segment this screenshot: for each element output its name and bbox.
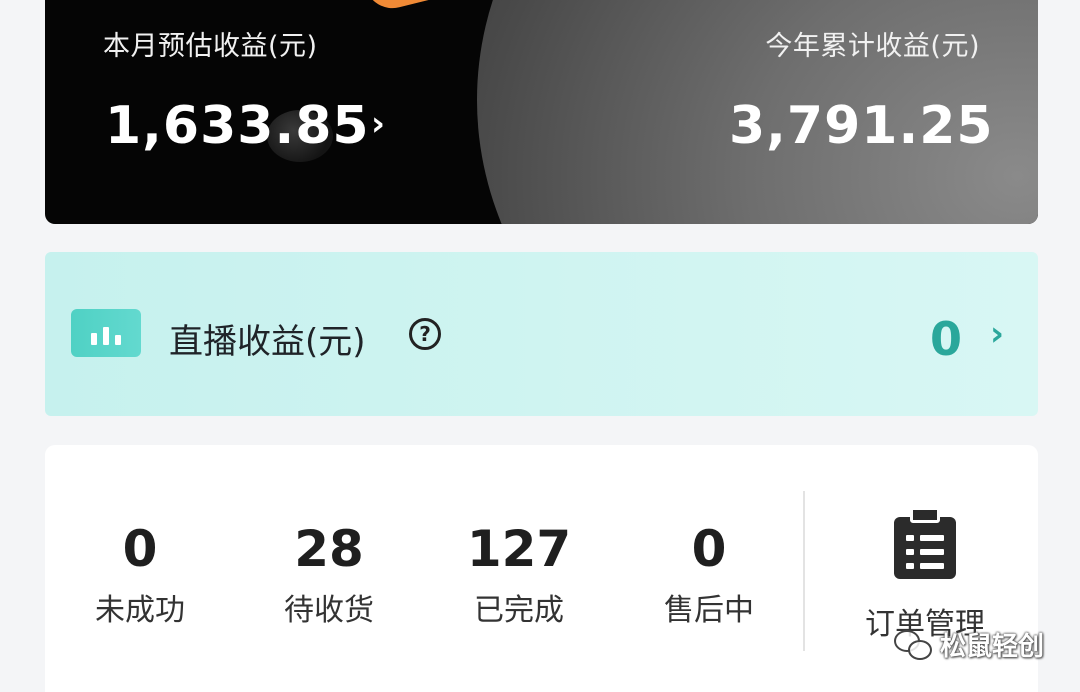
order-stat-label: 已完成 (474, 593, 564, 628)
order-stat-count: 0 (691, 520, 727, 578)
earnings-page: 本月预估收益(元) 1,633.85 › 今年累计收益(元) 3,791.25 … (0, 0, 1080, 692)
wechat-icon (894, 628, 934, 662)
live-income-banner[interactable]: 直播收益(元) ? 0 › (45, 252, 1038, 416)
yearly-cumulative-earnings-value: 3,791.25 (729, 96, 994, 156)
order-stat-completed[interactable]: 127 已完成 (444, 519, 594, 631)
order-stat-label: 售后中 (664, 593, 754, 628)
watermark: 松鼠轻创 (894, 626, 1044, 663)
chevron-right-icon[interactable]: › (990, 314, 1004, 354)
order-stat-pending-receipt[interactable]: 28 待收货 (254, 519, 404, 631)
order-stat-count: 127 (466, 520, 572, 578)
chevron-right-icon[interactable]: › (371, 104, 385, 144)
monthly-estimated-earnings-value[interactable]: 1,633.85 (105, 96, 370, 156)
order-stat-unsuccessful[interactable]: 0 未成功 (65, 519, 215, 631)
monthly-estimated-earnings-label: 本月预估收益(元) (103, 31, 318, 62)
order-stat-after-sales[interactable]: 0 售后中 (634, 519, 784, 631)
earnings-card: 本月预估收益(元) 1,633.85 › 今年累计收益(元) 3,791.25 (45, 0, 1038, 224)
bar-chart-icon (71, 309, 141, 357)
order-stat-count: 28 (294, 520, 364, 578)
yearly-cumulative-earnings-label: 今年累计收益(元) (765, 31, 980, 62)
order-stat-count: 0 (122, 520, 158, 578)
orders-card: 0 未成功 28 待收货 127 已完成 0 售后中 订单管理 (45, 445, 1038, 692)
order-stat-label: 未成功 (95, 593, 185, 628)
vertical-divider (803, 491, 805, 651)
question-circle-icon[interactable]: ? (409, 318, 441, 350)
live-income-label: 直播收益(元) (169, 322, 366, 362)
decorative-orange-blob (358, 0, 508, 15)
order-management-button[interactable]: 订单管理 (845, 507, 1005, 643)
clipboard-icon (894, 507, 956, 579)
order-stat-label: 待收货 (284, 593, 374, 628)
live-income-value: 0 (929, 312, 962, 366)
watermark-text: 松鼠轻创 (940, 632, 1045, 662)
